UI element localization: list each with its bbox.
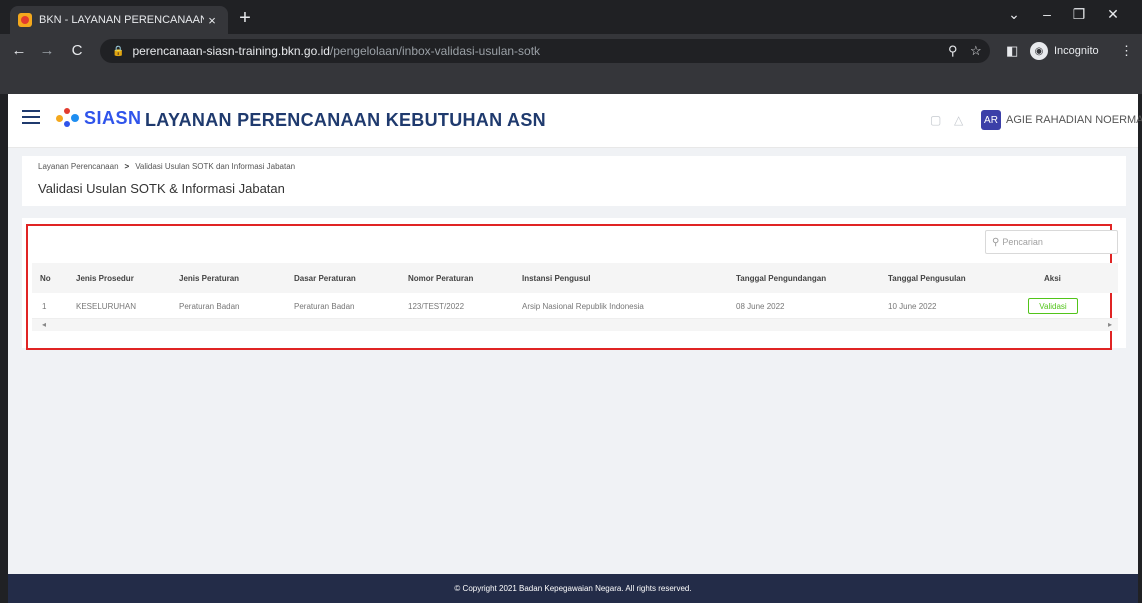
search-field[interactable]: ⚲ (985, 230, 1118, 254)
cell-jenis-peraturan: Peraturan Badan (179, 302, 240, 311)
new-tab-button[interactable]: + (233, 8, 257, 28)
bookmarks-bar (0, 68, 1142, 94)
user-menu[interactable]: AGIE RAHADIAN NOERMAN ⌄ (1006, 113, 1142, 126)
column-header-tanggal-pengundangan: Tanggal Pengundangan (736, 274, 827, 283)
scroll-left-arrow-icon[interactable]: ◂ (42, 320, 46, 329)
site-favicon-icon (18, 13, 32, 27)
message-icon[interactable]: ▢ (930, 113, 941, 127)
table-header: No Jenis Prosedur Jenis Peraturan Dasar … (32, 263, 1118, 293)
table-card: ⚲ No Jenis Prosedur Jenis Peraturan Dasa… (22, 218, 1126, 350)
user-name: AGIE RAHADIAN NOERMAN (1006, 114, 1142, 126)
tab-close-icon[interactable]: × (204, 13, 220, 28)
breadcrumb-item-layanan[interactable]: Layanan Perencanaan (38, 162, 119, 171)
browser-tab-strip: BKN - LAYANAN PERENCANAAN × + ⌄ – ❐ ✕ (0, 0, 1142, 34)
tab-title: BKN - LAYANAN PERENCANAAN (39, 14, 204, 26)
column-header-nomor-peraturan: Nomor Peraturan (408, 274, 474, 283)
incognito-indicator[interactable]: ◉ Incognito (1030, 40, 1099, 62)
menu-kebab-icon[interactable]: ⋮ (1120, 43, 1133, 59)
app-viewport: SIASN LAYANAN PERENCANAAN KEBUTUHAN ASN … (8, 94, 1142, 603)
hamburger-menu-icon[interactable] (22, 110, 40, 124)
lock-icon: 🔒 (112, 45, 125, 57)
avatar[interactable]: AR (981, 110, 1001, 130)
cell-no: 1 (42, 302, 47, 311)
bell-icon[interactable]: △ (954, 113, 963, 127)
browser-tab[interactable]: BKN - LAYANAN PERENCANAAN × (10, 6, 228, 34)
minimize-button[interactable]: – (1036, 6, 1058, 22)
zoom-icon[interactable]: ⚲ (948, 43, 958, 59)
forward-arrow-icon[interactable]: → (38, 42, 56, 59)
reload-icon[interactable]: C (68, 42, 86, 59)
back-arrow-icon[interactable]: ← (10, 42, 28, 59)
search-icon: ⚲ (992, 236, 1000, 248)
siasn-logo[interactable]: SIASN (54, 106, 142, 130)
column-header-instansi-pengusul: Instansi Pengusul (522, 274, 591, 283)
table-row: 1 KESELURUHAN Peraturan Badan Peraturan … (32, 293, 1118, 319)
cell-jenis-prosedur: KESELURUHAN (76, 302, 137, 311)
page-header-card: Layanan Perencanaan > Validasi Usulan SO… (22, 156, 1126, 206)
bookmark-star-icon[interactable]: ☆ (970, 43, 982, 59)
restore-button[interactable]: ❐ (1068, 6, 1090, 23)
search-input[interactable] (1002, 237, 1108, 247)
footer: © Copyright 2021 Badan Kepegawaian Negar… (8, 574, 1138, 603)
column-header-dasar-peraturan: Dasar Peraturan (294, 274, 356, 283)
cell-tanggal-pengusulan: 10 June 2022 (888, 302, 937, 311)
column-header-tanggal-pengusulan: Tanggal Pengusulan (888, 274, 966, 283)
chevron-right-icon: > (124, 162, 130, 171)
cell-instansi-pengusul: Arsip Nasional Republik Indonesia (522, 302, 644, 311)
incognito-icon: ◉ (1030, 42, 1048, 60)
side-panel-icon[interactable]: ◧ (1006, 43, 1018, 59)
validasi-button[interactable]: Validasi (1028, 298, 1078, 314)
close-window-button[interactable]: ✕ (1102, 6, 1124, 23)
horizontal-scrollbar[interactable]: ◂ ▸ (32, 319, 1118, 331)
column-header-no: No (40, 274, 51, 283)
page-title: Validasi Usulan SOTK & Informasi Jabatan (38, 181, 285, 196)
url-host: perencanaan-siasn-training.bkn.go.id (132, 44, 330, 58)
column-header-jenis-prosedur: Jenis Prosedur (76, 274, 134, 283)
tab-search-icon[interactable]: ⌄ (1003, 6, 1025, 23)
incognito-label: Incognito (1054, 45, 1099, 57)
url-path: /pengelolaan/inbox-validasi-usulan-sotk (329, 44, 541, 58)
cell-tanggal-pengundangan: 08 June 2022 (736, 302, 785, 311)
cell-dasar-peraturan: Peraturan Badan (294, 302, 355, 311)
app-header: SIASN LAYANAN PERENCANAAN KEBUTUHAN ASN … (8, 94, 1142, 148)
cell-nomor-peraturan: 123/TEST/2022 (408, 302, 465, 311)
breadcrumb: Layanan Perencanaan > Validasi Usulan SO… (38, 162, 295, 171)
column-header-aksi: Aksi (1044, 274, 1061, 283)
breadcrumb-item-validasi: Validasi Usulan SOTK dan Informasi Jabat… (135, 162, 296, 171)
column-header-jenis-peraturan: Jenis Peraturan (179, 274, 240, 283)
copyright-text: © Copyright 2021 Badan Kepegawaian Negar… (454, 584, 692, 593)
app-title: LAYANAN PERENCANAAN KEBUTUHAN ASN (145, 110, 546, 130)
logo-text: SIASN (84, 107, 142, 128)
address-bar[interactable]: 🔒 perencanaan-siasn-training.bkn.go.id/p… (100, 39, 990, 63)
scroll-right-arrow-icon[interactable]: ▸ (1108, 320, 1112, 329)
siasn-logo-mark (54, 106, 82, 130)
browser-toolbar: ← → C 🔒 perencanaan-siasn-training.bkn.g… (0, 34, 1142, 68)
